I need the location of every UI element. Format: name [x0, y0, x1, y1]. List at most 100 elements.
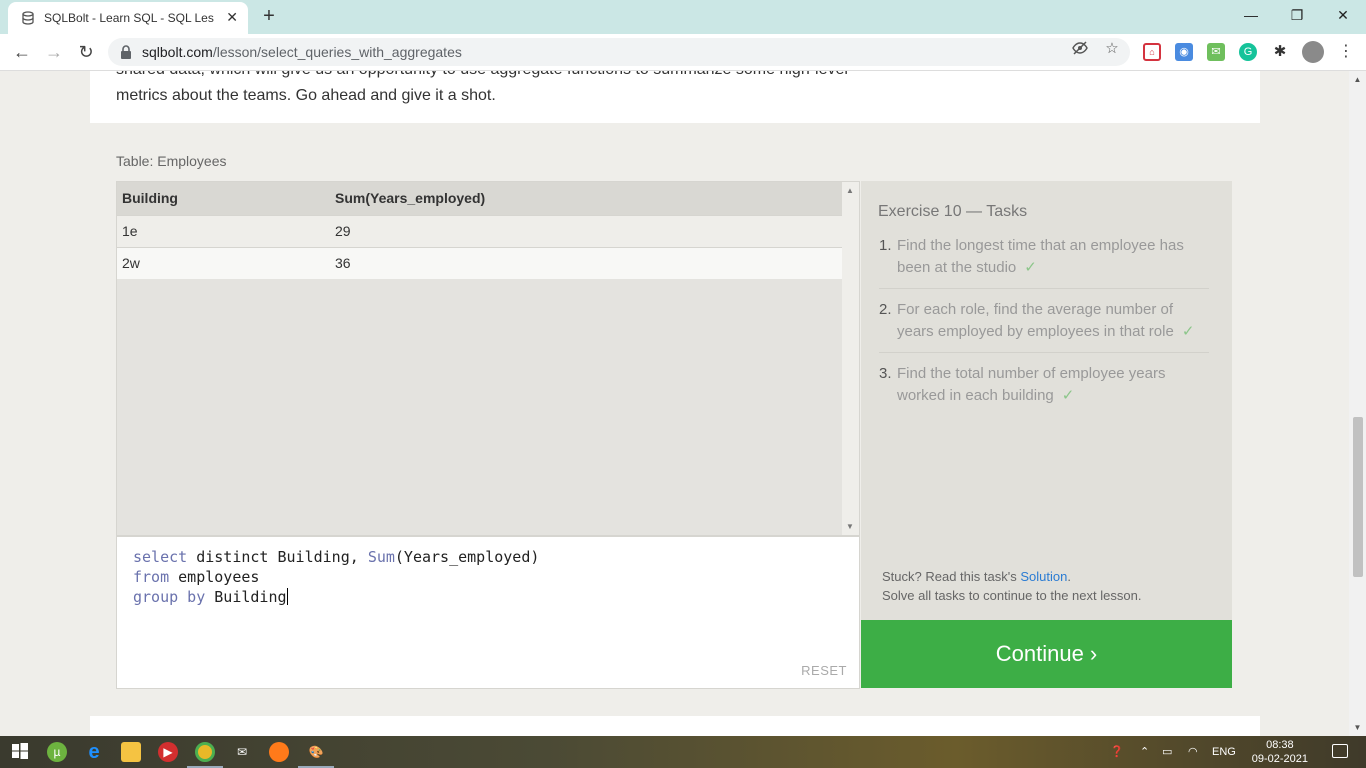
- task-list: 1. Find the longest time that an employe…: [879, 235, 1209, 416]
- edge-icon[interactable]: e: [84, 742, 104, 762]
- help-icon[interactable]: ❓: [1110, 736, 1124, 768]
- minimize-button[interactable]: —: [1236, 4, 1266, 26]
- table-header-row: Building Sum(Years_employed): [117, 182, 843, 215]
- windows-start-icon[interactable]: [10, 742, 30, 762]
- sql-keyword: select: [133, 548, 188, 566]
- page-viewport: shared data, which will give us an oppor…: [0, 71, 1366, 736]
- wifi-icon[interactable]: ◠: [1188, 736, 1198, 768]
- result-pane: Building Sum(Years_employed) 1e 29 2w 36…: [116, 181, 860, 536]
- puzzle-icon[interactable]: ✱: [1271, 43, 1289, 61]
- lesson-intro-cut-line: shared data, which will give us an oppor…: [116, 71, 916, 83]
- folder-icon[interactable]: [121, 742, 141, 762]
- table-row: 2w 36: [117, 246, 843, 279]
- close-icon[interactable]: ✕: [226, 10, 238, 24]
- tasks-title: Exercise 10 — Tasks: [878, 203, 1028, 220]
- task-text: For each role, find the average number o…: [897, 299, 1209, 343]
- eye-off-icon[interactable]: [1071, 40, 1089, 58]
- lock-icon: [120, 45, 134, 59]
- result-table: Building Sum(Years_employed) 1e 29 2w 36: [117, 182, 843, 279]
- checkmark-icon: ✓: [1024, 259, 1037, 276]
- tasks-panel: Exercise 10 — Tasks 1. Find the longest …: [861, 181, 1232, 620]
- scroll-up-icon[interactable]: ▲: [1352, 75, 1363, 84]
- solution-link[interactable]: Solution: [1020, 569, 1067, 584]
- sql-text: Building: [205, 588, 287, 606]
- tab-strip: SQLBolt - Learn SQL - SQL Lesson ✕ + — ❐…: [0, 0, 1366, 34]
- result-scrollbar[interactable]: ▲ ▼: [842, 182, 859, 535]
- page-scrollbar[interactable]: ▲ ▼: [1349, 71, 1366, 736]
- column-header: Building: [117, 182, 330, 215]
- utorrent-icon[interactable]: µ: [47, 742, 67, 762]
- stuck-suffix: .: [1067, 569, 1071, 584]
- camera-icon[interactable]: ◉: [1175, 43, 1193, 61]
- continue-hint: Solve all tasks to continue to the next …: [882, 588, 1142, 603]
- chrome-icon[interactable]: [195, 742, 215, 762]
- sql-keyword: from: [133, 568, 170, 586]
- lesson-intro: shared data, which will give us an oppor…: [116, 71, 916, 109]
- url-text: sqlbolt.com/lesson/select_queries_with_a…: [142, 44, 462, 60]
- column-header: Sum(Years_employed): [330, 182, 843, 215]
- reset-button[interactable]: RESET: [801, 663, 847, 678]
- mail-icon[interactable]: ✉: [232, 742, 252, 762]
- task-item: 1. Find the longest time that an employe…: [879, 235, 1209, 289]
- task-number: 3.: [879, 365, 892, 382]
- forward-arrow-icon[interactable]: →: [42, 40, 66, 64]
- window-close-button[interactable]: ✕: [1328, 4, 1358, 26]
- windows-taskbar: µ e ▶ ✉ 🎨 ❓ ⌃ ▭ ◠ ENG 08:38 09-02-2021: [0, 736, 1366, 768]
- address-bar[interactable]: sqlbolt.com/lesson/select_queries_with_a…: [108, 38, 1130, 66]
- checkmark-icon: ✓: [1061, 387, 1075, 404]
- task-text-content: For each role, find the average number o…: [897, 301, 1174, 340]
- sql-code[interactable]: select distinct Building, Sum(Years_empl…: [133, 547, 539, 607]
- table-cell: 29: [330, 214, 843, 247]
- table-label: Table: Employees: [116, 153, 227, 169]
- sql-keyword: group by: [133, 588, 206, 606]
- sql-editor[interactable]: select distinct Building, Sum(Years_empl…: [116, 536, 860, 689]
- footer-strip: [90, 716, 1260, 736]
- sql-text: distinct Building,: [187, 548, 368, 566]
- avatar[interactable]: [1302, 41, 1324, 63]
- task-item: 2. For each role, find the average numbe…: [879, 289, 1209, 353]
- stuck-hint: Stuck? Read this task's Solution. Solve …: [882, 567, 1141, 605]
- table-row: 1e 29: [117, 214, 843, 247]
- menu-icon[interactable]: ⋮: [1334, 40, 1358, 64]
- back-arrow-icon[interactable]: ←: [10, 40, 34, 64]
- scroll-down-icon[interactable]: ▼: [1352, 723, 1363, 732]
- text-caret: [286, 588, 288, 605]
- checkmark-icon: ✓: [1181, 323, 1195, 340]
- star-icon[interactable]: ☆: [1103, 40, 1121, 58]
- firefox-icon[interactable]: [269, 742, 289, 762]
- pocket-icon[interactable]: ⌂: [1143, 43, 1161, 61]
- scroll-up-icon[interactable]: ▲: [846, 186, 854, 195]
- browser-tab[interactable]: SQLBolt - Learn SQL - SQL Lesson ✕: [8, 2, 248, 34]
- task-item: 3. Find the total number of employee yea…: [879, 353, 1209, 416]
- clock-time: 08:38: [1266, 739, 1294, 751]
- table-cell: 36: [330, 246, 843, 279]
- paint-icon[interactable]: 🎨: [306, 742, 326, 762]
- url-host: sqlbolt.com: [142, 44, 213, 60]
- media-player-icon[interactable]: ▶: [158, 742, 178, 762]
- scroll-thumb[interactable]: [1353, 417, 1363, 577]
- notification-icon[interactable]: [1332, 744, 1348, 758]
- chevron-up-icon[interactable]: ⌃: [1140, 736, 1149, 768]
- tab-title: SQLBolt - Learn SQL - SQL Lesson: [44, 11, 214, 25]
- grammarly-icon[interactable]: G: [1239, 43, 1257, 61]
- table-cell: 1e: [117, 214, 330, 247]
- task-text: Find the total number of employee years …: [897, 363, 1209, 407]
- system-clock[interactable]: 08:38 09-02-2021: [1252, 738, 1308, 766]
- task-number: 1.: [879, 237, 892, 254]
- stuck-prefix: Stuck? Read this task's: [882, 569, 1021, 584]
- reload-icon[interactable]: ↻: [74, 40, 98, 64]
- browser-toolbar: ← → ↻ sqlbolt.com/lesson/select_queries_…: [0, 34, 1366, 71]
- restore-button[interactable]: ❐: [1282, 4, 1312, 26]
- new-tab-button[interactable]: +: [258, 6, 280, 28]
- language-indicator[interactable]: ENG: [1212, 736, 1236, 768]
- lesson-intro-line: metrics about the teams. Go ahead and gi…: [116, 87, 496, 104]
- sql-function: Sum: [367, 548, 395, 566]
- sql-text: (Years_employed): [394, 548, 540, 566]
- scroll-down-icon[interactable]: ▼: [846, 522, 854, 531]
- clock-date: 09-02-2021: [1251, 753, 1308, 765]
- database-icon: [20, 10, 36, 26]
- inbox-icon[interactable]: ✉: [1207, 43, 1225, 61]
- table-cell: 2w: [117, 246, 330, 279]
- continue-button[interactable]: Continue ›: [861, 620, 1232, 688]
- battery-icon[interactable]: ▭: [1162, 736, 1172, 768]
